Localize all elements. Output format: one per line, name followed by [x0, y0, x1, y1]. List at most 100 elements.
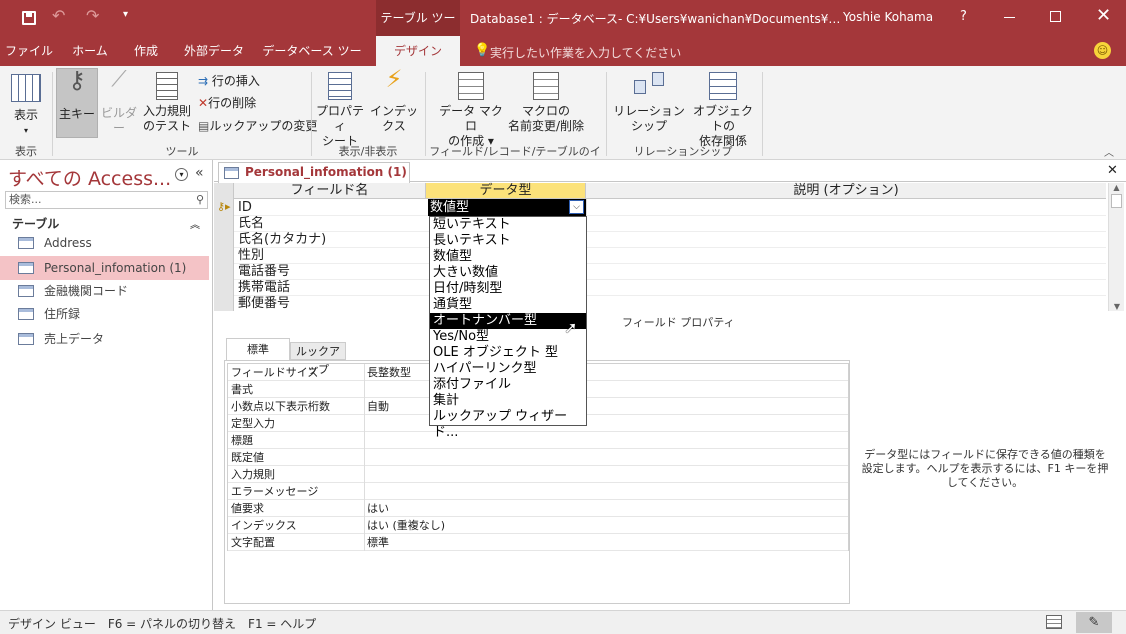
indexes-button[interactable]: ⚡ インデックス [366, 65, 422, 134]
navigation-pane: すべての Access... ▾ « 検索... ⚲ テーブル ︽ Address… [0, 160, 213, 610]
dropdown-option[interactable]: 添付ファイル [430, 377, 586, 393]
prop-tab-lookup[interactable]: ルックアップ [290, 342, 346, 376]
dropdown-option[interactable]: 通貨型 [430, 297, 586, 313]
mouse-cursor-icon: ➚ [564, 318, 578, 337]
tab-database-tools[interactable]: データベース ツール [258, 36, 366, 88]
view-icon [11, 74, 41, 102]
key-icon: ⚷ [68, 66, 86, 94]
property-sheet-icon [328, 72, 352, 100]
tab-home[interactable]: ホーム [62, 36, 118, 66]
prop-tab-general[interactable]: 標準 [226, 338, 290, 360]
dropdown-option[interactable]: 集計 [430, 393, 586, 409]
lightning-icon: ⚡ [385, 65, 403, 93]
primary-key-indicator-icon: ⚷▸ [217, 200, 231, 213]
view-button[interactable]: 表示 ▾ [4, 74, 48, 138]
data-type-combo[interactable]: 数値型 ⌵ [428, 199, 586, 216]
prop-row[interactable]: 文字配置 標準 [228, 534, 848, 551]
lightbulb-icon: 💡 [474, 43, 491, 58]
user-name[interactable]: Yoshie Kohama [843, 10, 933, 24]
window-title: Database1 : データベース- C:¥Users¥wanichan¥Do… [470, 12, 841, 26]
nav-item-address[interactable]: Address [0, 231, 209, 255]
dropdown-option[interactable]: OLE オブジェクト 型 [430, 345, 586, 361]
prop-row[interactable]: 既定値 [228, 449, 848, 466]
header-data-type[interactable]: データ型 [426, 183, 586, 199]
primary-key-button[interactable]: ⚷ 主キー [56, 68, 98, 138]
nav-menu-icon[interactable]: ▾ [175, 168, 188, 181]
vertical-scrollbar[interactable]: ▲ ▼ [1108, 183, 1124, 311]
combo-arrow-icon[interactable]: ⌵ [569, 200, 584, 214]
group-label-show-hide: 表示/非表示 [338, 145, 398, 158]
design-view-icon[interactable]: ✎ [1076, 612, 1112, 633]
dropdown-option[interactable]: Yes/No型 [430, 329, 586, 345]
tab-create[interactable]: 作成 [122, 36, 170, 66]
prop-row[interactable]: 入力規則 [228, 466, 848, 483]
tab-file[interactable]: ファイル [0, 36, 58, 66]
delete-rows-button[interactable]: ✕行の削除 [198, 94, 256, 112]
document-area: Personal_infomation (1) ✕ フィールド名 データ型 説明… [214, 160, 1126, 610]
shutter-bar-icon[interactable]: « [195, 165, 204, 181]
undo-icon[interactable]: ↶ [52, 6, 65, 25]
dropdown-option-selected[interactable]: オートナンバー型 [430, 313, 586, 329]
save-icon[interactable] [22, 11, 36, 25]
dropdown-option[interactable]: ルックアップ ウィザード... [430, 409, 586, 440]
search-icon[interactable]: ⚲ [196, 192, 204, 208]
field-row[interactable]: ID [238, 200, 252, 216]
doc-tab[interactable]: Personal_infomation (1) [218, 162, 410, 183]
insert-rows-button[interactable]: ⇉ 行の挿入 [198, 72, 260, 90]
field-properties-label: フィールド プロパティ [622, 316, 735, 329]
customize-qat-icon[interactable]: ▾ [123, 9, 128, 20]
nav-search-input[interactable]: 検索... ⚲ [5, 191, 208, 209]
collapse-ribbon-icon[interactable]: ︿ [1104, 144, 1114, 159]
nav-title[interactable]: すべての Access... [8, 164, 171, 191]
relationships-button[interactable]: リレーションシップ [608, 72, 690, 134]
prop-row[interactable]: 値要求 はい [228, 500, 848, 517]
rename-delete-macro-button[interactable]: マクロの 名前変更/削除 [504, 72, 588, 134]
field-row[interactable]: 携帯電話 [238, 280, 290, 296]
group-label-view: 表示 [15, 145, 37, 158]
collapse-section-icon[interactable]: ︽ [190, 216, 200, 231]
prop-row[interactable]: エラーメッセージ [228, 483, 848, 500]
field-row[interactable]: 郵便番号 [238, 296, 290, 312]
minimize-icon[interactable] [1004, 17, 1015, 18]
create-data-macros-button[interactable]: データ マクロ の作成 ▾ [436, 72, 506, 149]
tell-me-box[interactable]: 実行したい作業を入力してください [490, 44, 681, 61]
nav-item-personal[interactable]: Personal_infomation (1) [0, 256, 209, 280]
prop-row[interactable]: 標題 [228, 432, 848, 449]
dropdown-option[interactable]: 数値型 [430, 249, 586, 265]
nav-item-sales[interactable]: 売上データ [0, 327, 209, 351]
title-bar: ↶ ↷ ▾ テーブル ツール Database1 : データベース- C:¥Us… [0, 0, 1126, 61]
test-validation-button[interactable]: 入力規則 のテスト [140, 72, 194, 134]
dropdown-option[interactable]: ハイパーリンク型 [430, 361, 586, 377]
tab-external-data[interactable]: 外部データ [178, 36, 250, 66]
dropdown-option[interactable]: 短いテキスト [430, 217, 586, 233]
field-row[interactable]: 性別 [238, 248, 264, 264]
maximize-icon[interactable] [1050, 11, 1061, 22]
data-macro-icon [458, 72, 484, 100]
field-row[interactable]: 電話番号 [238, 264, 290, 280]
field-row[interactable]: 氏名(カタカナ) [238, 232, 326, 248]
close-icon[interactable]: ✕ [1096, 5, 1111, 26]
builder-button[interactable]: ⟋ ビルダー [98, 69, 140, 136]
dropdown-option[interactable]: 長いテキスト [430, 233, 586, 249]
prop-row[interactable]: インデックス はい (重複なし) [228, 517, 848, 534]
dropdown-option[interactable]: 日付/時刻型 [430, 281, 586, 297]
insert-rows-icon: ⇉ [198, 74, 209, 88]
object-dependencies-button[interactable]: オブジェクトの 依存関係 [688, 72, 758, 149]
modify-lookups-button[interactable]: ▤ルックアップの変更 [198, 117, 317, 135]
nav-item-address-book[interactable]: 住所録 [0, 302, 209, 326]
close-doc-icon[interactable]: ✕ [1107, 163, 1118, 178]
smiley-icon[interactable]: ☺ [1094, 42, 1111, 59]
nav-section-tables[interactable]: テーブル [12, 215, 59, 232]
delete-rows-icon: ✕ [198, 96, 209, 110]
relationships-icon [634, 72, 664, 100]
dropdown-option[interactable]: 大きい数値 [430, 265, 586, 281]
tab-design[interactable]: デザイン [376, 36, 460, 67]
redo-icon[interactable]: ↷ [86, 6, 99, 25]
header-description[interactable]: 説明 (オプション) [586, 183, 1106, 199]
datasheet-view-icon[interactable] [1046, 615, 1062, 629]
header-field-name[interactable]: フィールド名 [234, 183, 426, 199]
field-row[interactable]: 氏名 [238, 216, 264, 232]
help-button[interactable]: ? [960, 9, 967, 24]
nav-item-bank-code[interactable]: 金融機関コード [0, 279, 209, 303]
property-sheet-button[interactable]: プロパティ シート [314, 72, 366, 149]
